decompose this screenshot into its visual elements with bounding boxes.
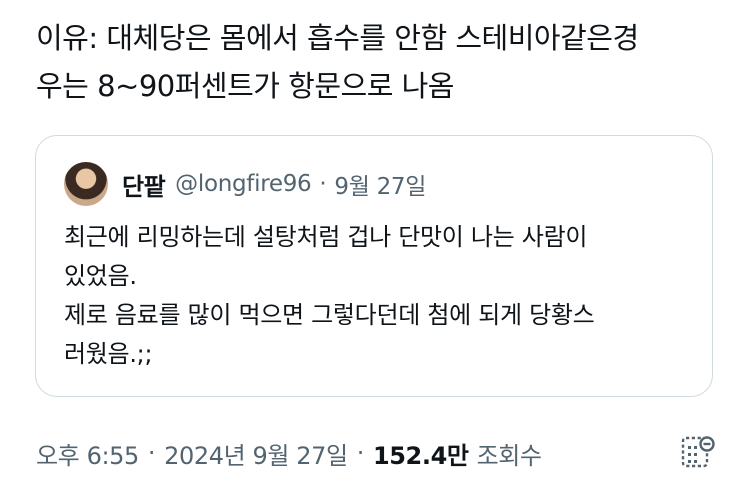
analytics-icon-graphic — [681, 436, 715, 468]
quoted-author-handle[interactable]: @longfire96 — [175, 171, 312, 197]
quoted-tweet-date[interactable]: 9월 27일 — [334, 167, 426, 201]
tweet-text: 이유: 대체당은 몸에서 흡수를 안함 스테비아같은경 우는 8~90퍼센트가 … — [36, 21, 639, 103]
separator-dot: · — [147, 439, 156, 467]
tweet-date[interactable]: 2024년 9월 27일 — [164, 436, 348, 471]
quoted-tweet-card[interactable]: 단팥 @longfire96 · 9월 27일 최근에 리밍하는데 설탕처럼 겁… — [35, 135, 713, 397]
tweet-meta-row: 오후 6:55 · 2024년 9월 27일 · 152.4만 조회수 — [36, 433, 542, 473]
view-count-label: 조회수 — [476, 441, 542, 470]
quoted-tweet-header: 단팥 @longfire96 · 9월 27일 — [64, 162, 426, 206]
tweet-time[interactable]: 오후 6:55 — [36, 436, 139, 471]
avatar[interactable] — [64, 162, 108, 206]
separator-dot: · — [319, 171, 327, 197]
separator-dot: · — [356, 439, 365, 467]
quoted-author-name[interactable]: 단팥 — [122, 167, 166, 202]
quoted-tweet-text: 최근에 리밍하는데 설탕처럼 겁나 단맛이 나는 사람이 있었음. 제로 음료를… — [64, 223, 595, 368]
view-count: 152.4만 — [372, 441, 469, 470]
analytics-icon[interactable] — [680, 434, 716, 470]
